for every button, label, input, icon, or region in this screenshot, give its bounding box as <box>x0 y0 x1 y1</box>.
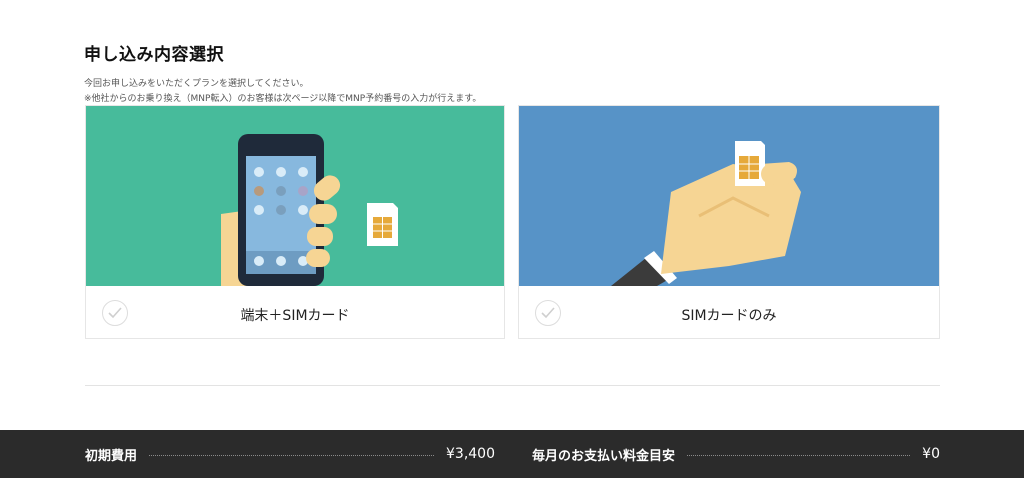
hand-with-sim-illustration <box>519 106 939 286</box>
dotted-leader <box>149 454 434 456</box>
price-summary-bar: 初期費用 ¥3,400 毎月のお支払い料金目安 ¥0 <box>0 430 1024 478</box>
page-title: 申し込み内容選択 <box>84 45 224 65</box>
initial-cost-row: 初期費用 ¥3,400 <box>85 430 495 478</box>
initial-cost-value: ¥3,400 <box>446 446 495 462</box>
page-description: 今回お申し込みをいただくプランを選択してください。 <box>84 79 309 89</box>
monthly-cost-label: 毎月のお支払い料金目安 <box>532 448 676 464</box>
plan-label: 端末＋SIMカード <box>240 308 350 324</box>
initial-cost-label: 初期費用 <box>85 448 138 464</box>
monthly-cost-value: ¥0 <box>922 446 940 462</box>
dotted-leader <box>687 454 911 456</box>
plan-label: SIMカードのみ <box>681 308 777 324</box>
phone-with-sim-illustration <box>86 106 504 286</box>
plan-card-sim-only[interactable]: SIMカードのみ <box>518 105 940 339</box>
page: 申し込み内容選択 今回お申し込みをいただくプランを選択してください。 ※他社から… <box>0 0 1024 478</box>
mnp-note: ※他社からのお乗り換え（MNP転入）のお客様は次ページ以降でMNP予約番号の入力… <box>84 94 482 104</box>
section-divider <box>85 385 940 386</box>
monthly-cost-row: 毎月のお支払い料金目安 ¥0 <box>532 430 940 478</box>
plan-card-device-sim[interactable]: 端末＋SIMカード <box>85 105 505 339</box>
